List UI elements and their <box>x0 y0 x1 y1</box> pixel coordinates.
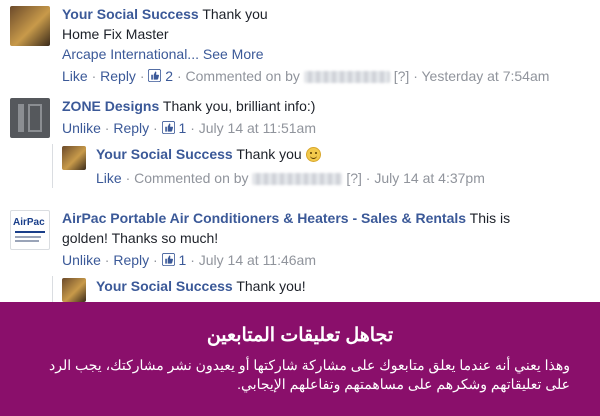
unlike-button[interactable]: Unlike <box>62 252 101 268</box>
avatar[interactable] <box>62 278 86 302</box>
info-banner: تجاهل تعليقات المتابعين وهذا يعني أنه عن… <box>0 302 600 416</box>
separator: · <box>139 68 145 84</box>
separator: · <box>125 170 131 186</box>
separator: · <box>104 120 110 136</box>
flag-link[interactable]: [?] <box>346 170 362 186</box>
comment-text: Thank you, brilliant info:) <box>159 98 316 114</box>
avatar[interactable] <box>10 98 50 138</box>
unlike-button[interactable]: Unlike <box>62 120 101 136</box>
like-count[interactable]: 1 <box>179 120 187 136</box>
thumbs-up-icon <box>161 121 175 134</box>
banner-title: تجاهل تعليقات المتابعين <box>206 325 394 346</box>
comment-text: This is <box>466 210 511 226</box>
like-count[interactable]: 1 <box>179 252 187 268</box>
separator: · <box>153 252 158 268</box>
reply-thread-line <box>52 276 53 302</box>
arcape-link[interactable]: Arcape International... <box>62 46 199 62</box>
separator: · <box>365 170 371 186</box>
avatar[interactable] <box>10 6 50 46</box>
separator: · <box>104 252 110 268</box>
reply-button[interactable]: Reply <box>113 252 149 268</box>
reply-text: Thank you! <box>232 278 306 294</box>
reply-thread-line <box>52 144 53 188</box>
comment-author[interactable]: AirPac Portable Air Conditioners & Heate… <box>62 210 466 226</box>
thumbs-up-icon <box>148 69 162 82</box>
comment-text-line: Home Fix Master <box>62 26 169 42</box>
thumbs-up-icon <box>161 253 175 266</box>
separator: · <box>91 68 97 84</box>
like-button[interactable]: Like <box>62 68 88 84</box>
commented-on-by: Commented on by <box>134 170 249 186</box>
smile-emoji-icon <box>305 147 321 162</box>
reply-author[interactable]: Your Social Success <box>96 146 233 162</box>
comment-text-line: golden! Thanks so much! <box>62 230 219 246</box>
separator: · <box>190 252 195 268</box>
reply-author[interactable]: Your Social Success <box>96 278 233 294</box>
separator: · <box>413 68 418 84</box>
separator: · <box>190 120 195 136</box>
avatar[interactable]: AirPac <box>10 210 50 250</box>
separator: · <box>176 68 182 84</box>
banner-body: وهذا يعني أنه عندما يعلق متابعوك على مشا… <box>49 357 570 392</box>
comment-timestamp[interactable]: July 14 at 11:46am <box>199 252 316 268</box>
like-button[interactable]: Like <box>96 170 122 186</box>
reply-button[interactable]: Reply <box>113 120 149 136</box>
comment-timestamp[interactable]: Yesterday at 7:54am <box>422 68 550 84</box>
separator: · <box>153 120 158 136</box>
comment-author[interactable]: Your Social Success <box>62 6 199 22</box>
redacted-name <box>252 173 343 186</box>
comment-text: Thank you <box>198 6 268 22</box>
commented-on-by: Commented on by <box>185 68 300 84</box>
avatar-logo-text: AirPac <box>13 217 45 228</box>
flag-link[interactable]: [?] <box>394 68 410 84</box>
avatar[interactable] <box>62 146 86 170</box>
redacted-name <box>303 71 390 84</box>
like-count[interactable]: 2 <box>165 68 173 84</box>
see-more-link[interactable]: See More <box>199 46 264 62</box>
reply-button[interactable]: Reply <box>100 68 136 84</box>
reply-timestamp[interactable]: July 14 at 4:37pm <box>374 170 485 186</box>
reply-text: Thank you <box>232 146 306 162</box>
comment-author[interactable]: ZONE Designs <box>62 98 159 114</box>
comment-timestamp[interactable]: July 14 at 11:51am <box>199 120 316 136</box>
